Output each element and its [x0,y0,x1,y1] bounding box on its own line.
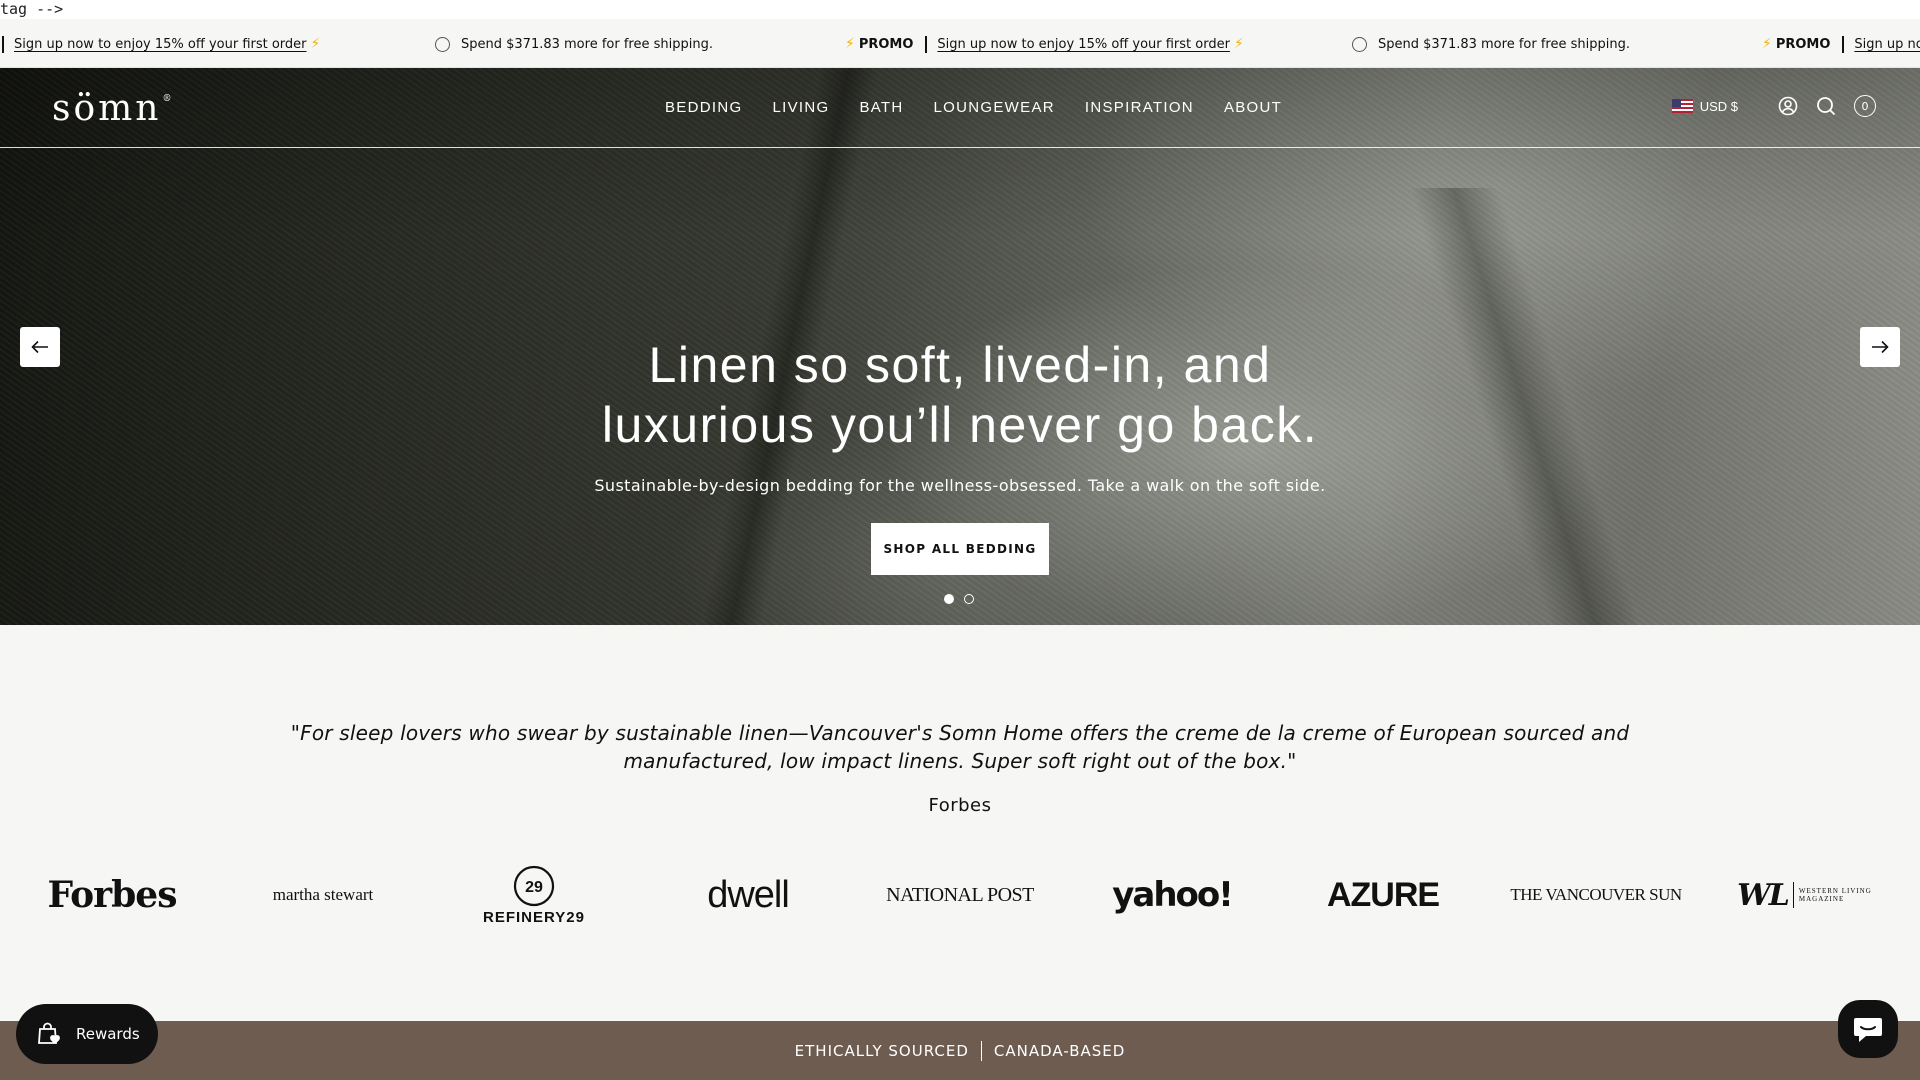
search-icon[interactable] [1816,96,1836,116]
press-quote: "For sleep lovers who swear by sustainab… [290,721,1630,773]
lightning-icon: ⚡ [1233,36,1244,52]
main-nav: BEDDING LIVING BATH LOUNGEWEAR INSPIRATI… [665,99,1312,116]
progress-circle-icon [435,36,450,52]
divider [980,1040,982,1061]
nav-about[interactable]: ABOUT [1224,99,1282,116]
refinery29-wordmark: REFINERY29 [483,908,585,926]
signup-link[interactable]: Sign up now [1854,37,1920,52]
divider [2,35,4,53]
divider [1792,882,1794,908]
nav-bath[interactable]: BATH [859,99,903,116]
promo-label: PROMO [1775,36,1831,52]
slide-dot-2[interactable] [964,594,974,604]
press-logos: Forbes martha stewart 29 REFINERY29 dwel… [0,860,1920,930]
lightning-icon: ⚡ [1762,36,1772,52]
press-logo-yahoo[interactable]: yahoo! [1110,860,1234,930]
press-logo-martha-stewart[interactable]: martha stewart [262,860,384,930]
hero-title-line: luxurious you’ll never go back. [601,397,1319,453]
account-icon[interactable] [1778,96,1798,116]
press-logo-azure[interactable]: AZURE [1327,860,1440,930]
announcement-promo[interactable]: ⚡ PROMO Sign up now to enjoy 15% off you… [845,34,1244,54]
announcement-bar: Sign up now to enjoy 15% off your first … [0,19,1920,68]
rewards-label: Rewards [76,1025,140,1043]
press-logo-vancouver-sun[interactable]: THE VANCOUVER SUN [1510,860,1682,930]
rewards-launcher[interactable]: Rewards [16,1004,158,1064]
western-living-wordmark: WESTERN LIVING MAGAZINE [1798,887,1872,903]
announcement-shipping: Spend $371.83 more for free shipping. [1352,34,1630,54]
divider [1842,35,1845,53]
divider [925,35,928,53]
slide-dot-1[interactable] [944,594,954,604]
us-flag-icon[interactable] [1671,99,1693,113]
hero-title-line: Linen so soft, lived-in, and [648,337,1272,393]
signup-link[interactable]: Sign up now to enjoy 15% off your first … [937,37,1230,52]
svg-text:29: 29 [525,879,543,896]
values-bar: ETHICALLY SOURCED CANADA-BASED [0,1021,1920,1080]
shipping-text: Spend $371.83 more for free shipping. [1378,36,1630,52]
chat-bubble-icon [1854,1018,1882,1042]
hero-subtitle: Sustainable-by-design bedding for the we… [594,476,1326,495]
shipping-text: Spend $371.83 more for free shipping. [461,36,713,52]
currency-selector[interactable]: USD $ [1700,99,1738,114]
nav-loungewear[interactable]: LOUNGEWEAR [934,99,1055,116]
announcement-shipping: Spend $371.83 more for free shipping. [435,34,713,54]
western-living-monogram: WL [1737,877,1790,913]
press-logo-national-post[interactable]: NATIONAL POST [886,860,1034,930]
progress-circle-icon [1352,36,1367,52]
value-ethically-sourced: ETHICALLY SOURCED [794,1041,969,1060]
value-canada-based: CANADA-BASED [993,1041,1126,1060]
chat-launcher[interactable] [1838,1000,1898,1058]
site-header: sömn® BEDDING LIVING BATH LOUNGEWEAR INS… [0,68,1920,148]
hero-title: Linen so soft, lived-in, and luxurious y… [0,335,1920,455]
nav-inspiration[interactable]: INSPIRATION [1085,99,1194,116]
cart-icon[interactable]: 0 [1854,95,1876,117]
signup-link[interactable]: Sign up now to enjoy 15% off your first … [14,37,307,52]
press-logo-forbes[interactable]: Forbes [48,860,178,930]
announcement-promo[interactable]: ⚡ PROMO Sign up now [1762,34,1920,54]
lightning-icon: ⚡ [845,36,855,52]
refinery29-mark-icon: 29 [513,865,555,906]
press-logo-refinery29[interactable]: 29 REFINERY29 [480,860,588,930]
nav-bedding[interactable]: BEDDING [665,99,742,116]
header-actions: USD $ 0 [1671,95,1876,117]
nav-living[interactable]: LIVING [772,99,829,116]
lightning-icon: ⚡ [310,36,321,52]
shopping-bag-heart-icon [38,1022,60,1044]
press-quote-source: Forbes [928,795,992,816]
press-logo-western-living[interactable]: WL WESTERN LIVING MAGAZINE [1736,860,1880,930]
promo-label: PROMO [858,36,914,52]
slide-dots [944,594,974,604]
press-logo-dwell[interactable]: dwell [700,860,796,930]
registered-mark: ® [162,94,175,104]
announcement-signup[interactable]: Sign up now to enjoy 15% off your first … [2,34,320,54]
shop-all-bedding-button[interactable]: SHOP ALL BEDDING [871,523,1049,575]
stray-comment-text: tag --> [0,0,1920,19]
announcement-track: Sign up now to enjoy 15% off your first … [0,19,1920,67]
brand-logo[interactable]: sömn® [52,88,173,129]
